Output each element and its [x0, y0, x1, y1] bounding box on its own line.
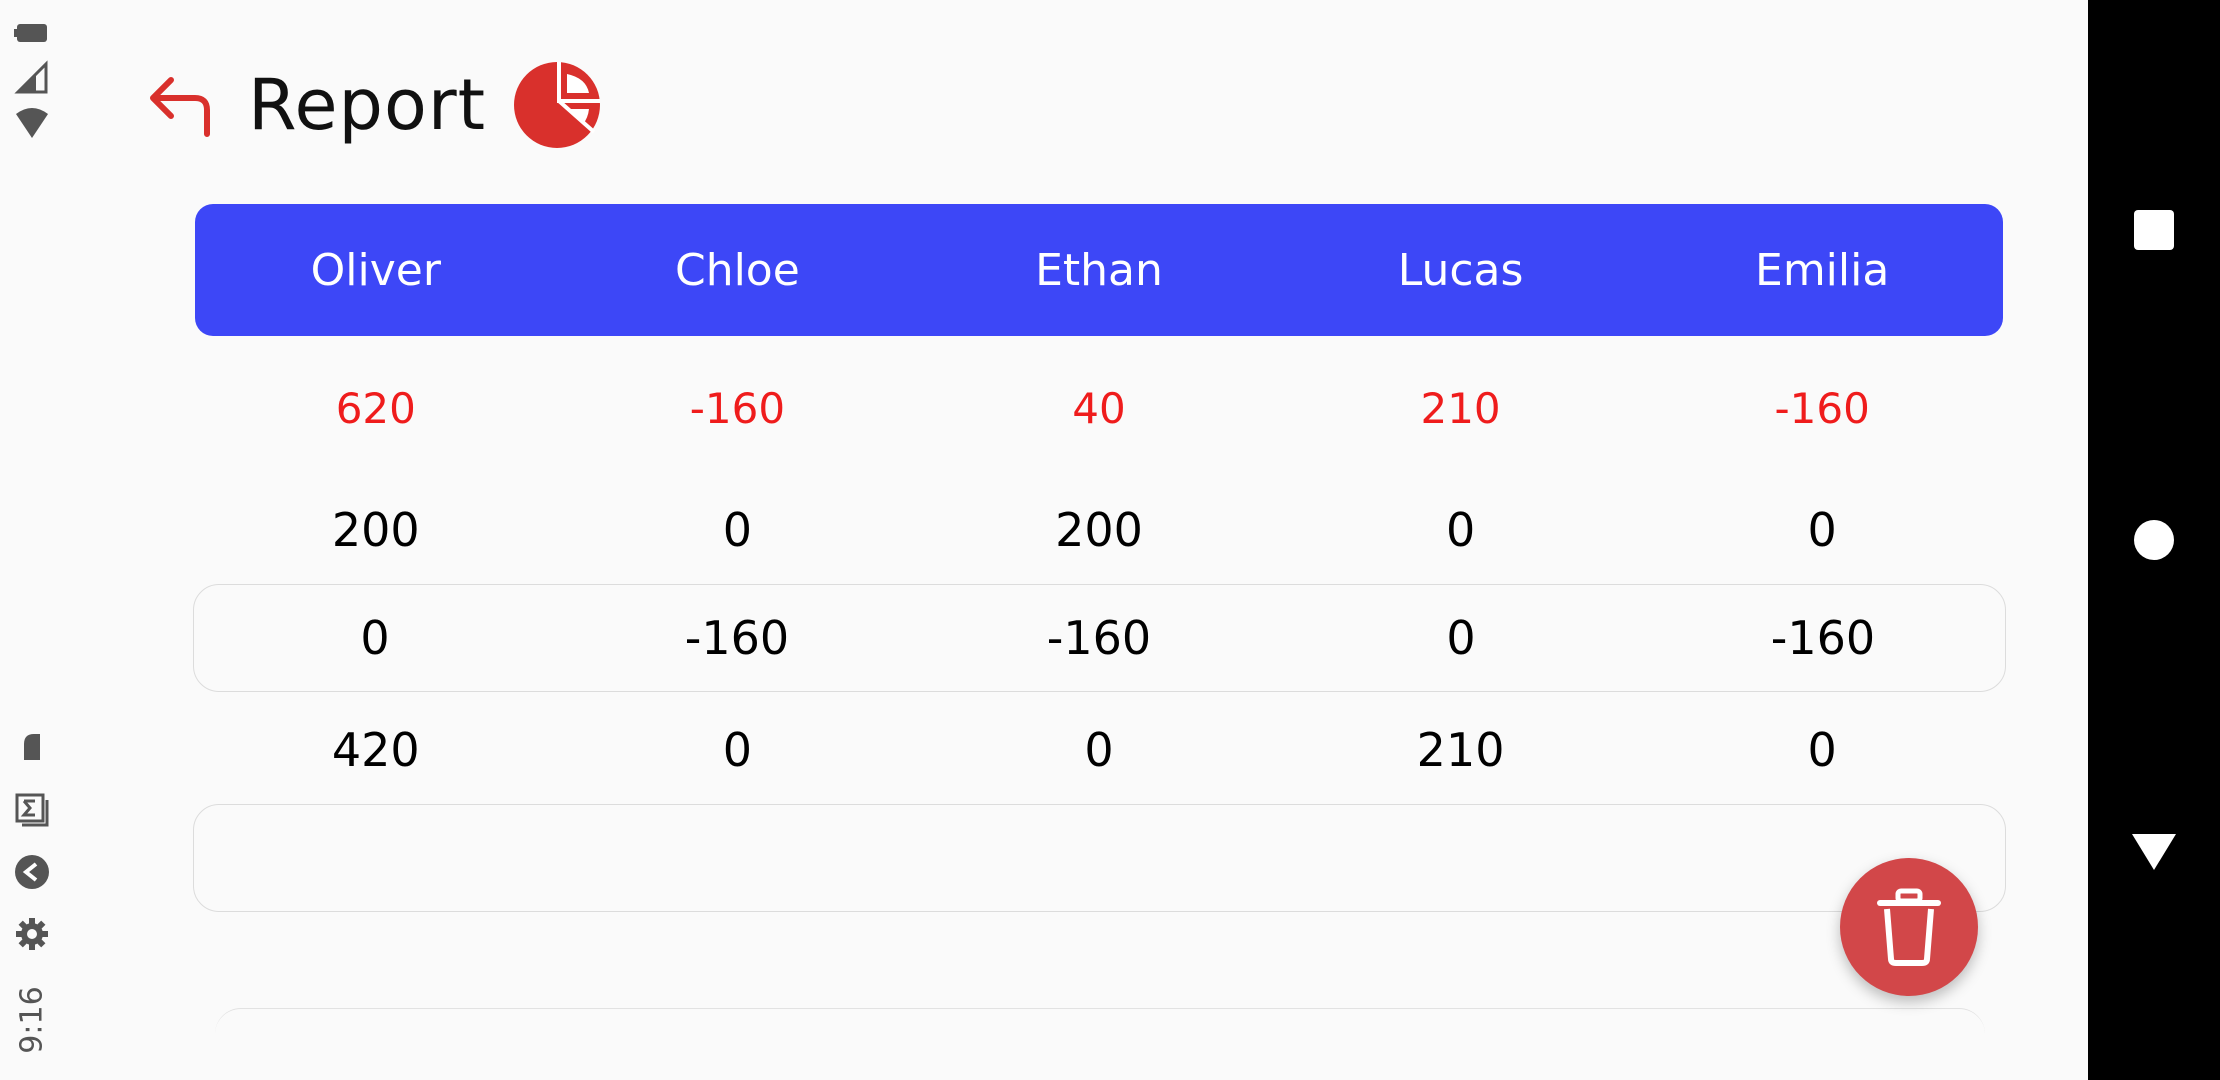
column-header-lucas: Lucas [1397, 244, 1524, 296]
back-nav-button[interactable] [2088, 792, 2220, 912]
settings-icon [16, 918, 48, 950]
table-cell: -160 [1770, 611, 1876, 665]
battery-icon [14, 24, 47, 42]
status-time: 9:16 [14, 986, 50, 1054]
table-cell: 200 [1055, 503, 1143, 557]
total-cell: 620 [335, 383, 416, 433]
recents-button[interactable] [2088, 170, 2220, 290]
table-cell: 0 [722, 503, 753, 557]
wifi-icon [16, 108, 48, 138]
column-header-emilia: Emilia [1755, 244, 1890, 296]
pie-chart-icon[interactable] [512, 60, 602, 150]
total-cell: 210 [1420, 383, 1501, 433]
back-arrow-icon [150, 77, 210, 137]
trash-icon [1877, 888, 1941, 966]
total-cell: -160 [689, 383, 786, 433]
back-button[interactable] [140, 65, 220, 145]
table-cell: 200 [331, 503, 420, 557]
navigation-bar [2088, 0, 2220, 1080]
table-cell: 0 [1807, 723, 1837, 777]
column-header-oliver: Oliver [310, 244, 441, 296]
table-cell: 0 [1084, 723, 1114, 777]
totals-row: 620 -160 40 210 -160 [195, 350, 2003, 466]
table-row-empty[interactable] [215, 1008, 1985, 1049]
table-cell: 420 [331, 723, 420, 777]
table-cell: 0 [722, 723, 753, 777]
column-header-ethan: Ethan [1035, 244, 1163, 296]
notification-icon [24, 734, 40, 760]
home-circle-icon [2134, 520, 2174, 560]
chevron-app-icon [15, 855, 49, 889]
table-row[interactable]: 200 0 200 0 0 [195, 480, 2003, 580]
table-cell: 210 [1416, 723, 1505, 777]
back-triangle-icon [2132, 834, 2176, 870]
table-row-empty[interactable] [193, 804, 2006, 912]
delete-fab-button[interactable] [1840, 858, 1978, 996]
table-cell: 0 [1446, 611, 1476, 665]
table-cell: -160 [1046, 611, 1152, 665]
page-title: Report [248, 64, 487, 146]
table-cell: 0 [1807, 503, 1837, 557]
status-bar: 9:16 [0, 0, 64, 1080]
total-cell: 40 [1072, 383, 1126, 433]
table-cell: 0 [360, 611, 390, 665]
home-button[interactable] [2088, 480, 2220, 600]
total-cell: -160 [1774, 383, 1870, 433]
recents-square-icon [2134, 210, 2174, 250]
signal-icon [14, 60, 48, 94]
table-header: Oliver Chloe Ethan Lucas Emilia [195, 204, 2003, 336]
table-row[interactable]: 420 0 0 210 0 [195, 700, 2003, 800]
app-header: Report [140, 50, 602, 160]
sigma-app-icon [15, 793, 49, 827]
column-header-chloe: Chloe [674, 244, 800, 296]
table-row[interactable]: 0 -160 -160 0 -160 [193, 584, 2006, 692]
table-cell: -160 [684, 611, 790, 665]
table-cell: 0 [1445, 503, 1476, 557]
